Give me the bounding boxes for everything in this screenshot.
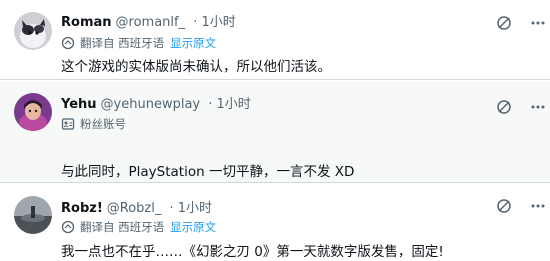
translated-from-label: 翻译自 西班牙语: [80, 220, 165, 234]
author-handle[interactable]: @yehunewplay: [101, 97, 201, 112]
author-handle[interactable]: @romanlf_: [116, 15, 186, 30]
more-icon[interactable]: [528, 97, 548, 117]
tweet-yehu[interactable]: Yehu @yehunewplay · 1小时 粉丝账号 与此同时，PlaySta…: [0, 81, 550, 183]
translate-icon: [61, 220, 75, 234]
translate-icon: [61, 36, 75, 50]
tweet-time[interactable]: · 1小时: [208, 97, 251, 112]
show-original-link[interactable]: 显示原文: [170, 219, 216, 235]
more-icon[interactable]: [528, 13, 548, 33]
tweet-time[interactable]: · 1小时: [169, 201, 212, 216]
grok-icon[interactable]: [494, 196, 514, 216]
author-name[interactable]: Roman: [61, 15, 112, 30]
avatar[interactable]: [14, 196, 52, 234]
tweet-roman[interactable]: Roman @romanlf_ · 1小时 翻译自 西班牙语 显示原文 这个游戏的…: [0, 0, 550, 80]
tweet-time[interactable]: · 1小时: [193, 15, 236, 30]
author-name[interactable]: Robz!: [61, 201, 103, 216]
tweet-text: 这个游戏的实体版尚未确认，所以他们活该。: [61, 59, 331, 75]
avatar[interactable]: [14, 12, 52, 50]
avatar[interactable]: [14, 93, 52, 131]
author-name[interactable]: Yehu: [61, 97, 97, 112]
fan-account-icon: [61, 117, 75, 131]
tweet-text: 我一点也不在乎……《幻影之刃 0》第一天就数字版发售，固定!: [61, 244, 444, 260]
tweet-text: 与此同时，PlayStation 一切平静，一言不发 XD: [61, 164, 355, 180]
tweet-robz[interactable]: Robz! @Robzl_ · 1小时 翻译自 西班牙语 显示原文 我一点也不在乎…: [0, 184, 550, 261]
author-handle[interactable]: @Robzl_: [107, 201, 162, 216]
grok-icon[interactable]: [494, 13, 514, 33]
fan-account-label: 粉丝账号: [80, 117, 126, 131]
show-original-link[interactable]: 显示原文: [170, 35, 216, 51]
translated-from-label: 翻译自 西班牙语: [80, 36, 165, 50]
grok-icon[interactable]: [494, 97, 514, 117]
more-icon[interactable]: [528, 196, 548, 216]
